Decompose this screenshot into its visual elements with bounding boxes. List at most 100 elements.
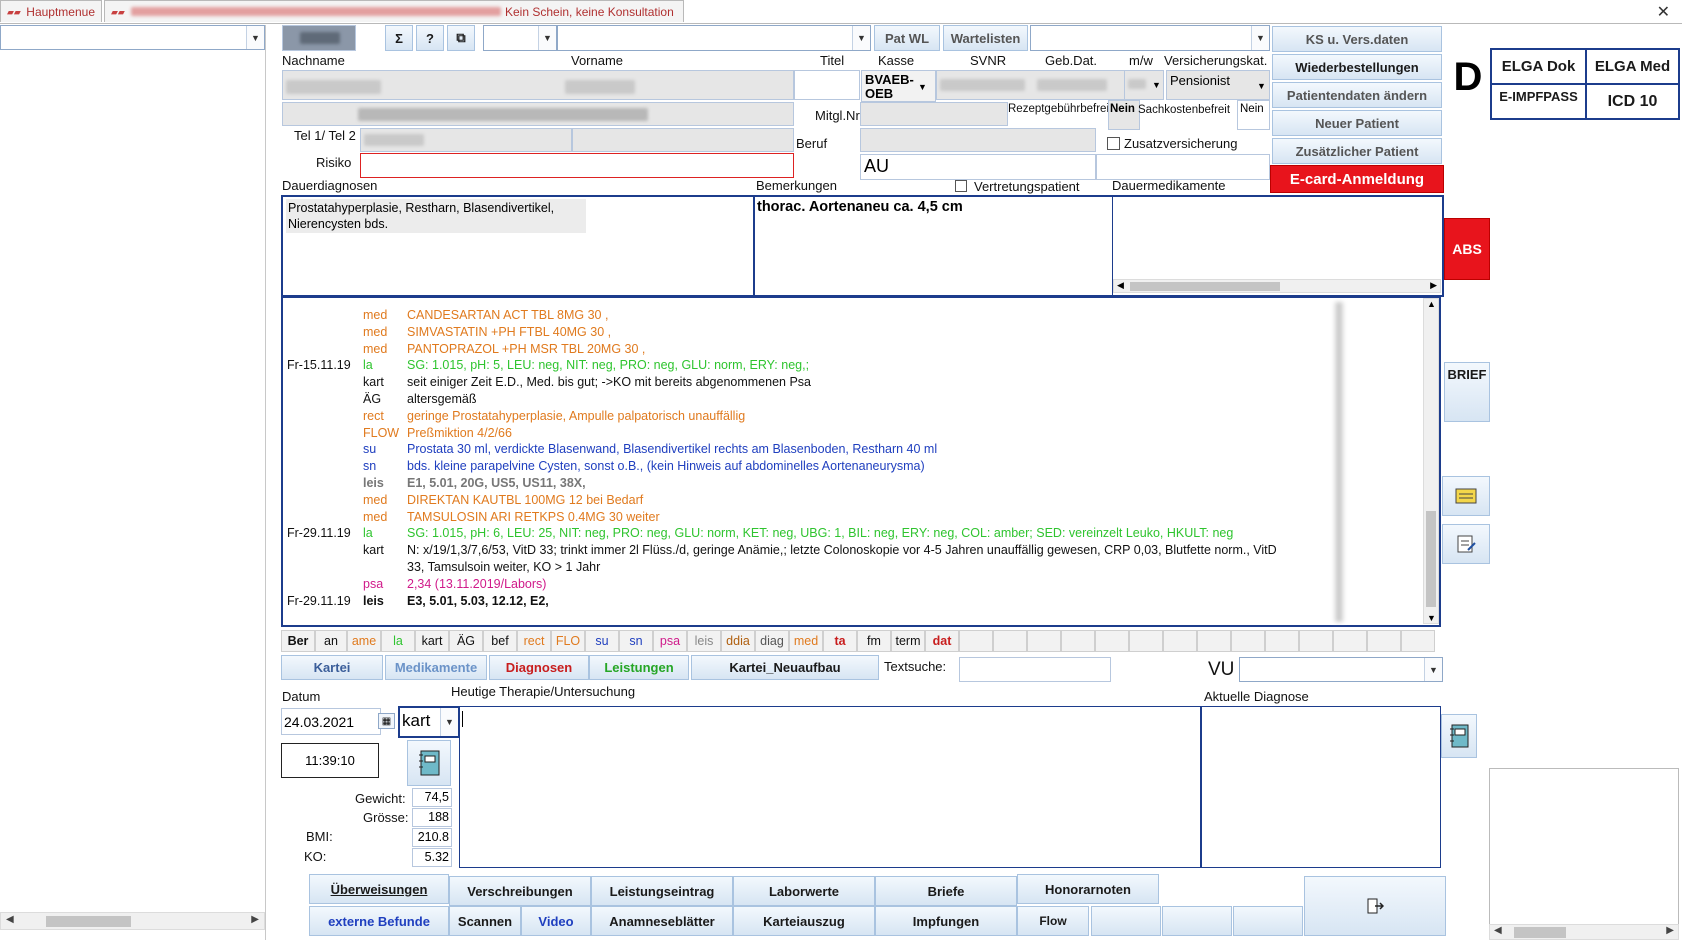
- time-field[interactable]: 11:39:10: [281, 743, 379, 778]
- mitglnr-field[interactable]: [860, 102, 1008, 126]
- left-search-combo[interactable]: ▼: [0, 25, 265, 50]
- entry-tag-button[interactable]: FLO: [551, 630, 585, 652]
- neuer-patient-button[interactable]: Neuer Patient: [1272, 110, 1442, 136]
- datum-input[interactable]: 24.03.2021: [281, 708, 381, 735]
- tab-hauptmenue[interactable]: ▰▰ Hauptmenue: [0, 0, 102, 22]
- empty-tag-slot[interactable]: [1231, 630, 1265, 652]
- tab-patient[interactable]: ▰▰ Kein Schein, keine Konsultation: [104, 0, 684, 22]
- notes-field[interactable]: [1096, 154, 1270, 180]
- ueberweisungen-button[interactable]: Überweisungen: [309, 874, 449, 904]
- left-horizontal-scrollbar[interactable]: ◀ ▶: [0, 912, 265, 930]
- scannen-button[interactable]: Scannen: [449, 906, 521, 936]
- elga-med-button[interactable]: ELGA Med: [1586, 49, 1679, 84]
- abs-button[interactable]: ABS: [1444, 218, 1490, 280]
- entry-tag-button[interactable]: dat: [925, 630, 959, 652]
- sigma-button[interactable]: Σ: [385, 25, 413, 51]
- dauermedikamente-box[interactable]: ◀ ▶: [1112, 195, 1444, 297]
- wiederbestellungen-button[interactable]: Wiederbestellungen: [1272, 54, 1442, 80]
- scroll-right-icon[interactable]: ▶: [1666, 925, 1674, 936]
- entry-tag-button[interactable]: su: [585, 630, 619, 652]
- pat-wl-button[interactable]: Pat WL: [874, 25, 940, 51]
- wartelisten-combo[interactable]: ▼: [1030, 25, 1270, 51]
- journal-scrollbar[interactable]: ▲ ▼: [1423, 298, 1439, 624]
- entry-tag-button[interactable]: bef: [483, 630, 517, 652]
- e-impfpass-button[interactable]: E-IMPFPASS: [1491, 84, 1586, 119]
- close-icon[interactable]: ✕: [1657, 2, 1670, 22]
- verschreibungen-button[interactable]: Verschreibungen: [449, 876, 591, 906]
- chevron-down-icon[interactable]: ▼: [852, 26, 870, 50]
- svnr-gebdat-field[interactable]: [936, 70, 1131, 100]
- scroll-left-icon[interactable]: ◀: [1494, 925, 1502, 936]
- honorarnoten-button[interactable]: Honorarnoten: [1017, 874, 1159, 904]
- empty-tag-slot[interactable]: [1265, 630, 1299, 652]
- chevron-down-icon[interactable]: ▼: [1257, 81, 1266, 91]
- flow-button[interactable]: Flow: [1017, 906, 1089, 936]
- scroll-left-icon[interactable]: ◀: [6, 914, 14, 925]
- scroll-thumb[interactable]: [1514, 927, 1566, 938]
- empty-tag-slot[interactable]: [1367, 630, 1401, 652]
- therapie-textarea[interactable]: [459, 706, 1201, 868]
- notebook-button[interactable]: [407, 740, 451, 786]
- edit-note-button[interactable]: [1442, 524, 1490, 564]
- vertretungspatient-checkbox[interactable]: [955, 180, 967, 192]
- sachkosten-value[interactable]: Nein: [1237, 100, 1270, 130]
- entry-tag-button[interactable]: ame: [347, 630, 381, 652]
- filter-combo[interactable]: ▼: [483, 25, 557, 51]
- exit-button[interactable]: [1304, 876, 1446, 936]
- laborwerte-button[interactable]: Laborwerte: [733, 876, 875, 906]
- risiko-field[interactable]: [360, 153, 794, 178]
- empty-tag-slot[interactable]: [993, 630, 1027, 652]
- entry-tag-button[interactable]: ddia: [721, 630, 755, 652]
- chevron-down-icon[interactable]: ▼: [1251, 26, 1269, 50]
- kartei-journal[interactable]: med CANDESARTAN ACT TBL 8MG 30 , med SIMVAS…: [281, 297, 1441, 627]
- empty-tag-slot[interactable]: [1163, 630, 1197, 652]
- empty-button-2[interactable]: [1162, 906, 1232, 936]
- ecard-anmeldung-button[interactable]: E-card-Anmeldung: [1270, 165, 1444, 193]
- patient-id-field[interactable]: [282, 25, 356, 51]
- gewicht-input[interactable]: 74,5: [412, 788, 452, 807]
- address-field[interactable]: [282, 102, 794, 126]
- chevron-down-icon[interactable]: ▼: [440, 708, 458, 736]
- calendar-icon[interactable]: ▦: [378, 713, 395, 729]
- patientendaten-aendern-button[interactable]: Patientendaten ändern: [1272, 82, 1442, 108]
- entry-tag-button[interactable]: ÄG: [449, 630, 483, 652]
- video-button[interactable]: Video: [521, 906, 591, 936]
- patient-search-combo[interactable]: ▼: [557, 25, 871, 51]
- entry-tag-button[interactable]: an: [315, 630, 347, 652]
- scroll-right-icon[interactable]: ▶: [1430, 280, 1437, 291]
- empty-tag-slot[interactable]: [1299, 630, 1333, 652]
- entry-tag-button[interactable]: term: [891, 630, 925, 652]
- textsuche-input[interactable]: [959, 657, 1111, 682]
- karteiauszug-button[interactable]: Karteiauszug: [733, 906, 875, 936]
- chevron-down-icon[interactable]: ▼: [1152, 80, 1161, 90]
- tab-diagnosen[interactable]: Diagnosen: [489, 655, 589, 680]
- anamneseblaetter-button[interactable]: Anamneseblätter: [591, 906, 733, 936]
- tab-kartei[interactable]: Kartei: [281, 655, 383, 680]
- versicherungskat-field[interactable]: Pensionist: [1166, 70, 1270, 100]
- chevron-down-icon[interactable]: ▼: [1424, 658, 1442, 681]
- empty-tag-slot[interactable]: [1129, 630, 1163, 652]
- empty-tag-slot[interactable]: [1095, 630, 1129, 652]
- rezeptgebuehr-value[interactable]: Nein: [1108, 100, 1140, 130]
- mail-button[interactable]: [1442, 476, 1490, 516]
- zusaetzlicher-patient-button[interactable]: Zusätzlicher Patient: [1272, 138, 1442, 164]
- empty-button-3[interactable]: [1233, 906, 1303, 936]
- entry-tag-button[interactable]: la: [381, 630, 415, 652]
- entry-type-combo[interactable]: kart ▼: [398, 706, 460, 738]
- empty-tag-slot[interactable]: [1061, 630, 1095, 652]
- chevron-down-icon[interactable]: ▼: [538, 26, 556, 50]
- wartelisten-button[interactable]: Wartelisten: [943, 25, 1028, 51]
- entry-tag-button[interactable]: rect: [517, 630, 551, 652]
- tab-medikamente[interactable]: Medikamente: [385, 655, 487, 680]
- right-horizontal-scrollbar[interactable]: ◀ ▶: [1489, 924, 1679, 940]
- scroll-thumb[interactable]: [1426, 511, 1436, 607]
- diagnose-notebook-button[interactable]: [1441, 714, 1477, 758]
- entry-tag-button[interactable]: med: [789, 630, 823, 652]
- vu-combo[interactable]: ▼: [1239, 657, 1443, 682]
- externe-befunde-button[interactable]: externe Befunde: [309, 906, 449, 936]
- impfungen-button[interactable]: Impfungen: [875, 906, 1017, 936]
- scroll-thumb[interactable]: [46, 916, 131, 927]
- beruf-value-field[interactable]: AU: [860, 154, 1096, 180]
- chevron-down-icon[interactable]: ▼: [246, 26, 264, 49]
- ks-vers-daten-button[interactable]: KS u. Vers.daten: [1272, 26, 1442, 52]
